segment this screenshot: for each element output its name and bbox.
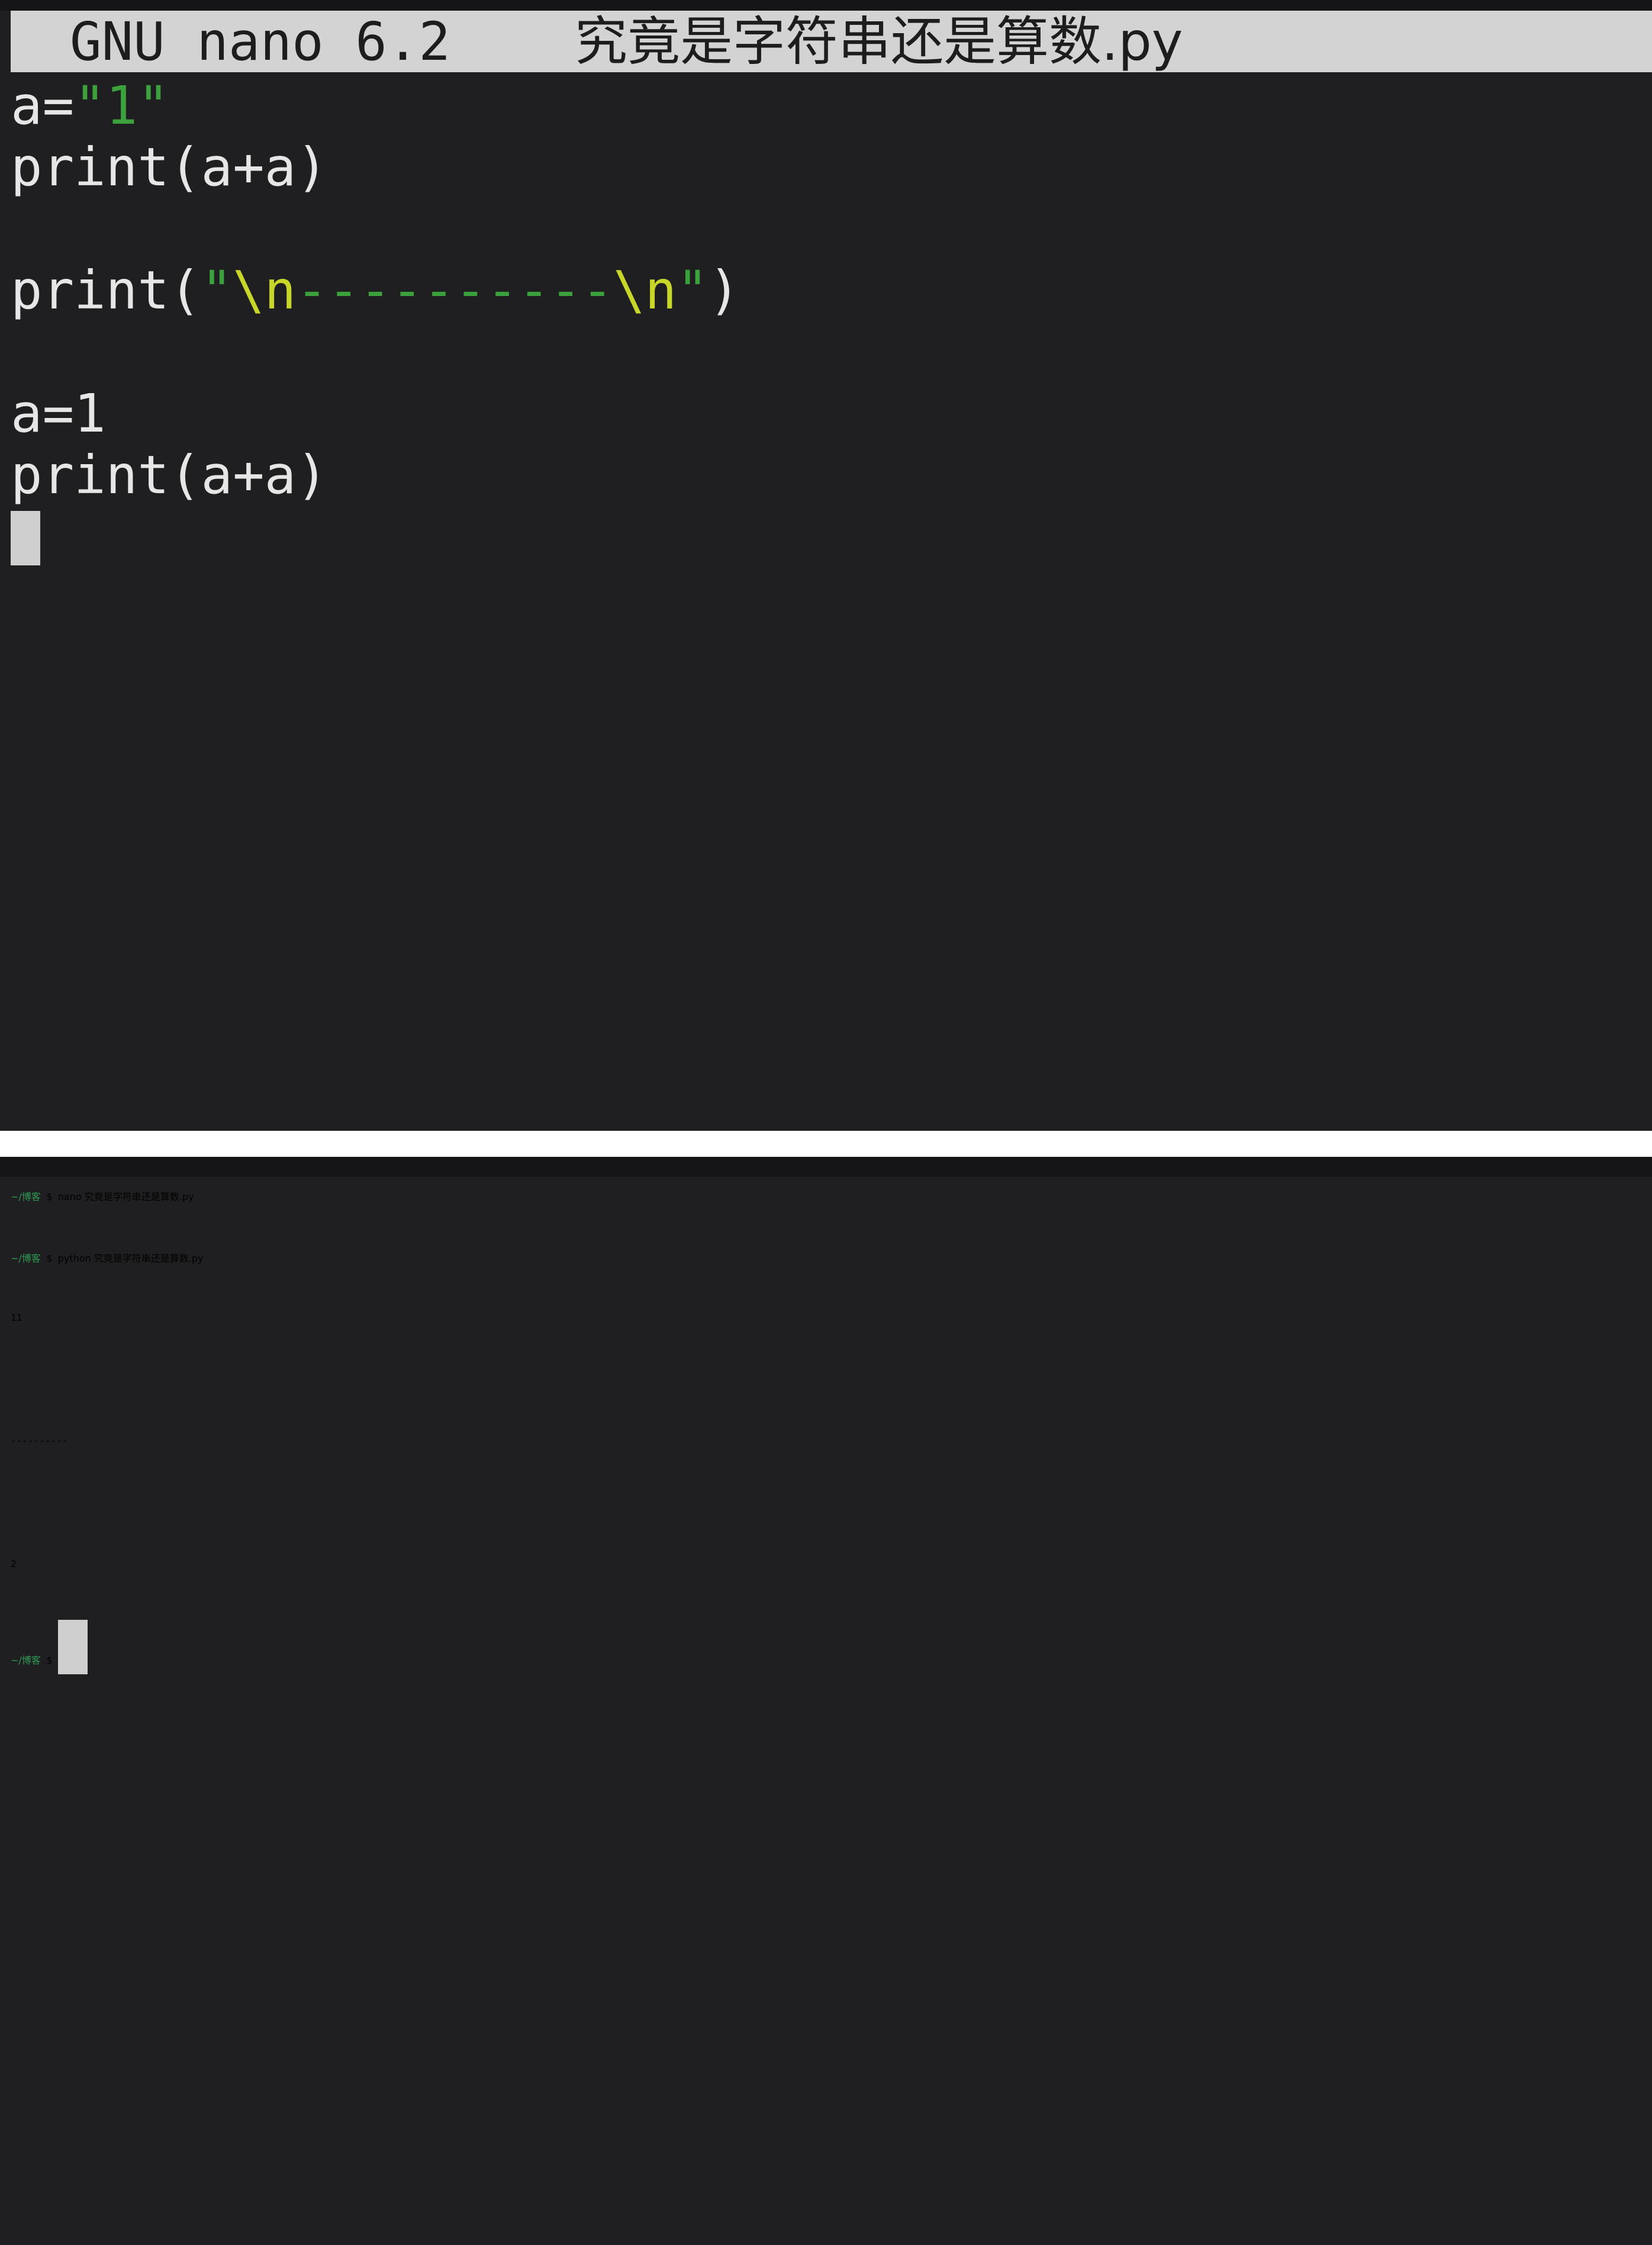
code-line-4: print("\n----------\n") [11, 259, 1652, 321]
editor-cursor [11, 511, 40, 565]
terminal-line-cmd1: ~/博客 $ nano 究竟是字符串还是算数.py [11, 1189, 1652, 1250]
code-text: ) [708, 259, 740, 321]
string-quote: " [677, 259, 709, 321]
prompt-symbol: $ [46, 1655, 53, 1666]
prompt-path: ~/博客 [11, 1655, 41, 1666]
code-line-2: print(a+a) [11, 136, 328, 198]
code-line-6: a=1 [11, 382, 106, 444]
prompt-path: ~/博客 [11, 1191, 41, 1202]
string-literal: ---------- [296, 259, 614, 321]
code-line-1: a="1" [11, 75, 1652, 136]
code-text: a= [11, 75, 75, 136]
code-line-5-empty [11, 321, 1652, 382]
prompt-path: ~/博客 [11, 1253, 41, 1264]
terminal-output-area[interactable]: ~/博客 $ nano 究竟是字符串还是算数.py ~/博客 $ python … [11, 1189, 1652, 1681]
code-line-7: print(a+a) [11, 444, 328, 506]
prompt-symbol: $ [46, 1191, 53, 1202]
code-line-3-empty [11, 198, 1652, 259]
code-editor-area[interactable]: a="1" print(a+a) print("\n----------\n")… [11, 75, 1652, 567]
terminal-cursor [57, 1620, 88, 1674]
escape-sequence: \n [613, 259, 677, 321]
code-text: print( [11, 259, 201, 321]
string-quote: " [201, 259, 233, 321]
top-edge-strip [0, 0, 1652, 11]
nano-app-name: GNU nano 6.2 [70, 11, 450, 72]
command-text: nano 究竟是字符串还是算数.py [57, 1191, 194, 1202]
terminal-line-prompt[interactable]: ~/博客 $ [11, 1620, 1652, 1681]
prompt-symbol: $ [46, 1253, 53, 1264]
nano-editor-pane: GNU nano 6.2 究竟是字符串还是算数.py a="1" print(a+… [0, 0, 1652, 1131]
nano-filename: 究竟是字符串还是算数.py [575, 11, 1183, 72]
terminal-output-line: 2 [11, 1558, 17, 1569]
terminal-line-cmd2: ~/博客 $ python 究竟是字符串还是算数.py [11, 1250, 1652, 1312]
string-literal: "1" [74, 75, 169, 136]
command-text: python 究竟是字符串还是算数.py [57, 1253, 204, 1264]
terminal-output-line: 11 [11, 1312, 22, 1323]
code-line-8 [11, 506, 1652, 567]
nano-title-bar: GNU nano 6.2 究竟是字符串还是算数.py [11, 11, 1652, 72]
terminal-output-line: ---------- [11, 1435, 68, 1446]
top-edge-strip [0, 1157, 1652, 1177]
escape-sequence: \n [233, 259, 297, 321]
